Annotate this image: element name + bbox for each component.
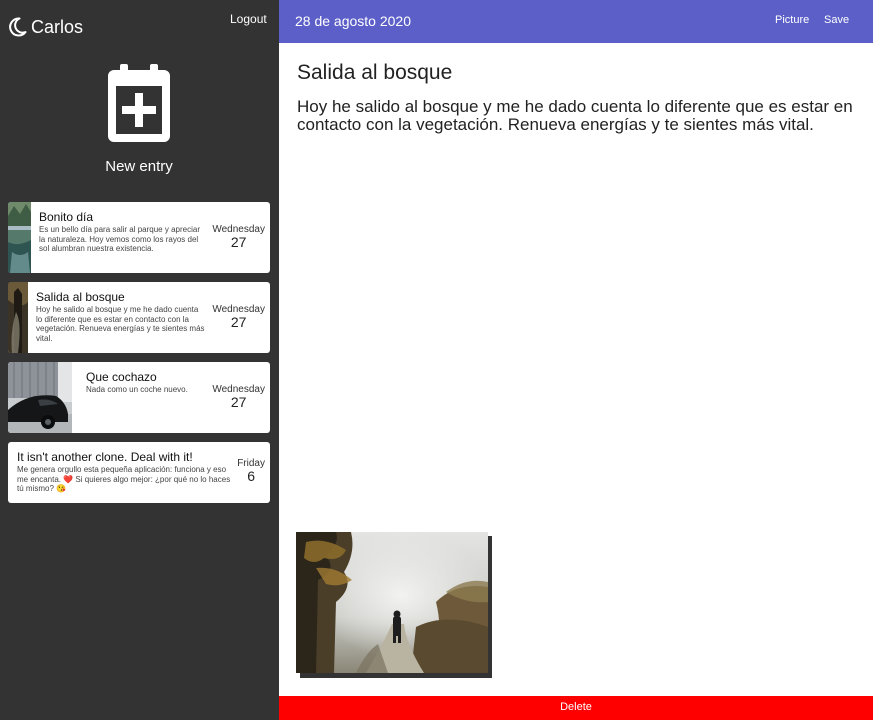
entry-date: 28 de agosto 2020 [295,13,411,29]
new-entry-button[interactable]: New entry [79,64,199,175]
entry-card[interactable]: Bonito día Es un bello día para salir al… [8,202,270,273]
entry-title: It isn't another clone. Deal with it! [17,450,193,464]
user-name: Carlos [31,16,84,37]
entry-card[interactable]: It isn't another clone. Deal with it! Me… [8,442,270,503]
calendar-plus-icon [108,64,170,142]
entry-title: Bonito día [39,210,94,224]
sidebar: Carlos Logout New entry Bonito día Es un… [0,0,279,720]
entry-title-field[interactable]: Salida al bosque [297,61,452,85]
entry-day-number: 27 [230,314,247,330]
entry-card[interactable]: Que cochazo Nada como un coche nuevo. We… [8,362,270,433]
logout-button[interactable]: Logout [230,12,267,26]
car-thumbnail [8,362,72,433]
entry-excerpt: Nada como un coche nuevo. [86,385,188,394]
entry-excerpt: Me genera orgullo esta pequeña aplicació… [17,465,231,493]
entry-card[interactable]: Salida al bosque Hoy he salido al bosque… [8,282,270,353]
entry-day-number: 27 [230,394,247,410]
delete-button[interactable]: Delete [279,696,873,720]
forest-path-thumbnail [8,282,28,353]
entry-body-field[interactable]: Hoy he salido al bosque y me he dado cue… [297,98,857,134]
save-button[interactable]: Save [824,14,849,26]
picture-button[interactable]: Picture [775,14,809,26]
user-menu[interactable]: Carlos [9,16,83,38]
entry-day-number: 6 [247,468,255,484]
forest-river-thumbnail [8,202,31,273]
entry-day-number: 27 [230,234,247,250]
attached-picture[interactable] [296,532,492,678]
new-entry-label: New entry [105,158,173,175]
entry-excerpt: Es un bello día para salir al parque y a… [39,225,200,253]
entry-excerpt: Hoy he salido al bosque y me he dado cue… [36,305,205,343]
top-bar: 28 de agosto 2020 Picture Save [279,0,873,43]
entry-title: Salida al bosque [36,290,125,304]
moon-icon [9,16,27,38]
forest-path-photo [296,532,488,673]
entry-title: Que cochazo [86,370,157,384]
